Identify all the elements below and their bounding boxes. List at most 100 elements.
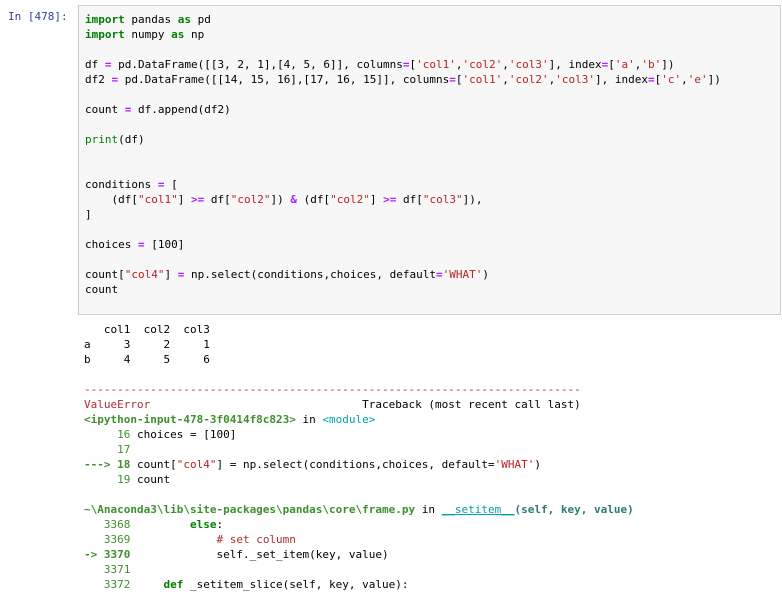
cell-output: col1 col2 col3 a 3 2 1 b 4 5 6 ------------… (84, 322, 634, 592)
code-token: choices (85, 238, 138, 251)
code-token: df2 (85, 73, 112, 86)
code-line: df = pd.DataFrame([[3, 2, 1],[4, 5, 6]],… (85, 57, 721, 72)
output-line: 3371 (84, 562, 634, 577)
code-token: df.append(df2) (131, 103, 231, 116)
code-token: in (295, 413, 323, 426)
code-token: >= (190, 193, 205, 206)
code-token: 'col2' (462, 58, 503, 71)
output-line: -> 3370 self._set_item(key, value) (84, 547, 634, 562)
code-token: : (216, 518, 224, 531)
code-token: ]) (661, 58, 675, 71)
code-token: as (171, 28, 185, 41)
code-token: ]) (270, 193, 291, 206)
code-token: 'WHAT' (494, 458, 535, 471)
code-token: print (85, 133, 119, 146)
code-token: self._set_item(key, value) (136, 548, 389, 561)
code-token: df (85, 58, 105, 71)
output-line: 19 count (84, 472, 634, 487)
code-token: pd (190, 13, 211, 26)
code-token: = (648, 73, 655, 86)
output-line: 3368 else: (84, 517, 634, 532)
code-token: as (177, 13, 191, 26)
code-token: choices (136, 428, 190, 441)
code-token: ], index (595, 73, 648, 86)
code-token: np (184, 28, 205, 41)
code-editor[interactable]: import pandas as pd import numpy as np df … (85, 12, 721, 297)
code-token: a 3 2 1 (84, 338, 210, 351)
code-token: 'col2' (508, 73, 549, 86)
code-token: count[ (85, 268, 125, 281)
code-token: ]), (462, 193, 483, 206)
code-token: (self, key, value) (514, 503, 634, 516)
code-token: 3369 (84, 533, 137, 546)
code-token: 'col3' (555, 73, 596, 86)
code-token: numpy (124, 28, 172, 41)
code-line: (df["col1"] >= df["col2"]) & (df["col2"]… (85, 192, 721, 207)
code-token: _setitem_slice(self, key, value): (183, 578, 409, 591)
code-token: = (104, 58, 112, 71)
output-line: ~\Anaconda3\lib\site-packages\pandas\cor… (84, 502, 634, 517)
code-token: pd.DataFrame([[14, 15, 16],[17, 16, 15]]… (118, 73, 450, 86)
code-token: 'WHAT' (442, 268, 483, 281)
code-token: [100] (203, 428, 237, 441)
output-line: col1 col2 col3 (84, 322, 634, 337)
code-token: 'col1' (416, 58, 456, 71)
code-token: df[ (396, 193, 423, 206)
code-token: "col3" (422, 193, 463, 206)
code-token: = (402, 58, 410, 71)
code-cell-input[interactable]: import pandas as pd import numpy as np df … (78, 5, 781, 315)
output-line: a 3 2 1 (84, 337, 634, 352)
code-token: else (136, 518, 217, 531)
output-line: ---> 18 count["col4"] = np.select(condit… (84, 457, 634, 472)
code-token: (df[ (296, 193, 331, 206)
code-token: "col2" (330, 193, 370, 206)
code-token: [100] (144, 238, 185, 251)
code-token: (df[ (85, 193, 138, 206)
code-token: np.select(conditions,choices, default (184, 268, 437, 281)
code-token: , (681, 73, 688, 86)
output-line: <ipython-input-478-3f0414f8c823> in <mod… (84, 412, 634, 427)
code-token: 19 (84, 473, 137, 486)
code-token: = (189, 428, 204, 441)
code-token: ) (482, 268, 490, 281)
code-token: -> 3370 (84, 548, 137, 561)
code-token: [ (608, 58, 615, 71)
code-token: count (85, 103, 125, 116)
output-line: 3369 # set column (84, 532, 634, 547)
code-token: "col4" (176, 458, 217, 471)
code-token: & (290, 193, 297, 206)
code-line: choices = [100] (85, 237, 721, 252)
code-token: 'c' (661, 73, 682, 86)
code-token: # set column (136, 533, 296, 546)
code-token: col1 col2 col3 (84, 323, 210, 336)
code-token: 'col1' (462, 73, 503, 86)
code-line: print(df) (85, 132, 721, 147)
code-token: ~\Anaconda3\lib\site-packages\pandas\cor… (84, 503, 416, 516)
code-token: ) (534, 458, 542, 471)
code-line: count = df.append(df2) (85, 102, 721, 117)
code-token: "col1" (137, 193, 178, 206)
code-token: 3372 (84, 578, 137, 591)
code-token: = (449, 73, 456, 86)
code-line: count (85, 282, 721, 297)
code-token: conditions (85, 178, 158, 191)
code-token: df[ (204, 193, 231, 206)
code-line: import numpy as np (85, 27, 721, 42)
code-token: = (436, 268, 443, 281)
code-token: , (502, 58, 509, 71)
code-token: import (85, 28, 125, 41)
code-token: (df) (118, 133, 145, 146)
code-token: <module> (322, 413, 376, 426)
code-token: ] (164, 268, 178, 281)
code-token: "col4" (124, 268, 165, 281)
code-token: b 4 5 6 (84, 353, 210, 366)
code-token: ]) (707, 73, 721, 86)
code-token: count[ (136, 458, 177, 471)
code-token: 17 (84, 443, 137, 456)
